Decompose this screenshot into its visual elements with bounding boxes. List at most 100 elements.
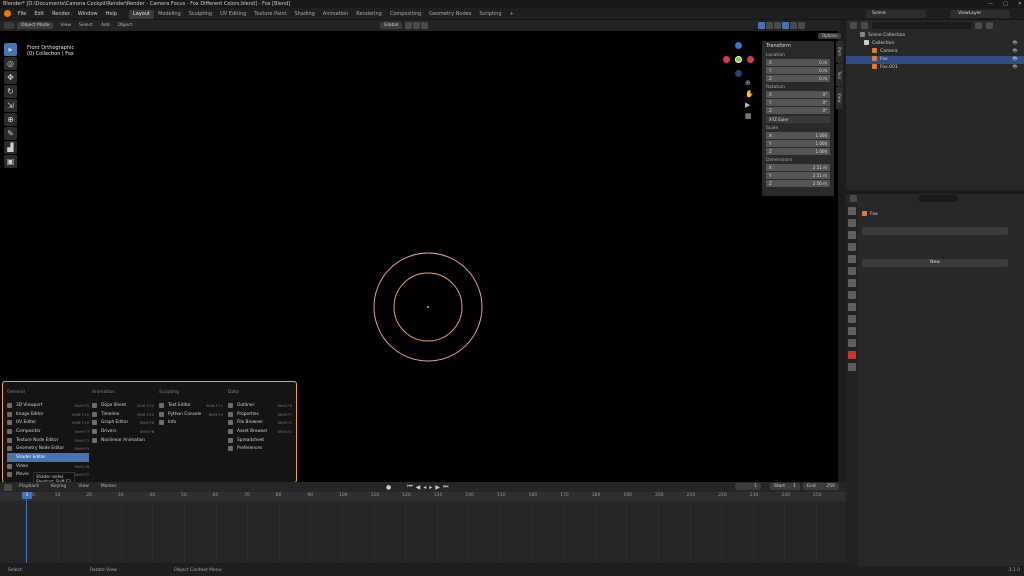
tool-properties-icon[interactable] xyxy=(848,207,856,215)
shading-wireframe-icon[interactable] xyxy=(774,22,781,29)
workspace-tab-compositing[interactable]: Compositing xyxy=(386,10,425,19)
render-properties-icon[interactable] xyxy=(848,219,856,227)
menu-item-compositor[interactable]: Compositor Shift F3 xyxy=(7,427,89,436)
scene-selector[interactable]: Scene xyxy=(866,10,926,18)
sidebar-tab-item[interactable]: Item xyxy=(836,41,843,63)
output-properties-icon[interactable] xyxy=(848,231,856,239)
end-frame-field[interactable]: End 250 xyxy=(803,483,839,490)
viewport-menu-select[interactable]: Select xyxy=(75,23,97,28)
visibility-eye-icon[interactable]: 👁 xyxy=(1012,56,1018,64)
workspace-tab-uv-editing[interactable]: UV Editing xyxy=(216,10,250,19)
timeline-area[interactable] xyxy=(0,501,856,563)
gizmo-x-axis[interactable] xyxy=(747,56,754,63)
measure-tool-icon[interactable]: ▟ xyxy=(4,141,17,154)
move-tool-icon[interactable]: ✥ xyxy=(4,71,17,84)
gizmo-z-neg-axis[interactable] xyxy=(735,70,742,77)
shading-solid-icon[interactable] xyxy=(782,22,789,29)
menu-edit[interactable]: Edit xyxy=(30,8,48,20)
current-frame-field[interactable]: 1 xyxy=(735,483,761,490)
menu-item-3d-viewport[interactable]: 3D Viewport Shift F5 xyxy=(7,401,89,410)
outliner-editor-type-button[interactable] xyxy=(850,21,857,29)
workspace-tab-modeling[interactable]: Modeling xyxy=(154,10,185,19)
mode-selector[interactable]: Object Mode xyxy=(17,21,54,29)
menu-item-file-browser[interactable]: File Browser Shift F1 xyxy=(228,418,292,427)
jump-start-icon[interactable]: ⏮ xyxy=(407,483,412,491)
overlay-icon[interactable] xyxy=(758,22,765,29)
navigation-gizmo[interactable] xyxy=(720,42,756,82)
menu-item-drivers[interactable]: Drivers Shift F6 xyxy=(92,427,154,436)
menu-item-timeline[interactable]: Timeline Shift F12 xyxy=(92,410,154,419)
timeline-menu-playback[interactable]: Playback xyxy=(13,482,45,492)
pan-icon[interactable]: ✋ xyxy=(745,89,754,100)
properties-editor-type-button[interactable] xyxy=(850,195,857,202)
workspace-tab-animation[interactable]: Animation xyxy=(319,10,353,19)
start-frame-field[interactable]: Start 1 xyxy=(770,483,800,490)
pivot-icon[interactable] xyxy=(405,22,413,29)
menu-item-preferences[interactable]: Preferences xyxy=(228,444,292,453)
viewport-menu-add[interactable]: Add xyxy=(97,23,114,28)
shading-material-icon[interactable] xyxy=(790,22,797,29)
new-material-button[interactable]: New xyxy=(862,259,1008,267)
viewport-menu-object[interactable]: Object xyxy=(114,23,137,28)
dimensions-y-field[interactable]: Y 2.51 m xyxy=(766,172,830,179)
viewlayer-selector[interactable]: ViewLayer xyxy=(950,10,1010,18)
scene-properties-icon[interactable] xyxy=(848,255,856,263)
cursor-tool-icon[interactable]: ◎ xyxy=(4,57,17,70)
maximize-button[interactable]: □ xyxy=(1003,0,1008,8)
menu-item-texture-node-editor[interactable]: Texture Node Editor Shift F3 xyxy=(7,436,89,445)
location-y-field[interactable]: Y0 m xyxy=(766,67,830,74)
next-key-icon[interactable]: ▶ xyxy=(435,484,440,491)
transform-tool-icon[interactable]: ⊕ xyxy=(4,113,17,126)
location-x-field[interactable]: X0 m xyxy=(766,59,830,66)
annotate-tool-icon[interactable]: ✎ xyxy=(4,127,17,140)
rotation-mode-selector[interactable]: XYZ Euler xyxy=(766,116,830,123)
menu-item-python-console[interactable]: Python Console Shift F4 xyxy=(159,410,223,419)
play-icon[interactable]: ▸ xyxy=(429,484,432,491)
blender-logo-icon[interactable] xyxy=(4,10,11,17)
shading-rendered-icon[interactable] xyxy=(798,22,805,29)
timeline-menu-view[interactable]: View xyxy=(72,482,95,492)
menu-item-geometry-node-editor[interactable]: Geometry Node Editor Shift F3 xyxy=(7,444,89,453)
outliner-row-scene-collection[interactable]: Scene Collection xyxy=(846,32,1024,40)
snap-icon[interactable] xyxy=(413,22,421,29)
minimize-button[interactable]: — xyxy=(988,0,993,8)
rotation-y-field[interactable]: Y 0° xyxy=(766,99,830,106)
particles-properties-icon[interactable] xyxy=(848,303,856,311)
visibility-eye-icon[interactable]: 👁 xyxy=(1012,64,1018,72)
menu-window[interactable]: Window xyxy=(74,8,102,20)
world-properties-icon[interactable] xyxy=(848,267,856,275)
orientation-selector[interactable]: Global xyxy=(380,22,403,29)
playhead-frame-label[interactable]: 1 xyxy=(22,492,32,499)
gizmo-z-axis[interactable] xyxy=(735,42,742,49)
outliner-row-fox[interactable]: Fox 👁 xyxy=(846,56,1024,64)
visibility-eye-icon[interactable]: 👁 xyxy=(1012,40,1018,48)
new-collection-icon[interactable] xyxy=(986,21,993,29)
menu-item-uv-editor[interactable]: UV Editor Shift F10 xyxy=(7,418,89,427)
workspace-tab-rendering[interactable]: Rendering xyxy=(352,10,386,19)
playhead-line[interactable] xyxy=(26,492,27,563)
gizmo-x-neg-axis[interactable] xyxy=(723,56,730,63)
add-cube-tool-icon[interactable]: ▣ xyxy=(4,155,17,168)
menu-file[interactable]: File xyxy=(14,8,30,20)
play-reverse-icon[interactable]: ◂ xyxy=(423,484,426,491)
outliner-row-fox-001[interactable]: Fox.001 👁 xyxy=(846,64,1024,72)
sidebar-tab-tool[interactable]: Tool xyxy=(836,64,843,86)
visibility-eye-icon[interactable]: 👁 xyxy=(1012,48,1018,56)
physics-properties-icon[interactable] xyxy=(848,315,856,323)
view-layer-properties-icon[interactable] xyxy=(848,243,856,251)
properties-search-input[interactable] xyxy=(918,195,958,202)
menu-item-info[interactable]: Info xyxy=(159,418,223,427)
workspace-tab-scripting[interactable]: Scripting xyxy=(475,10,505,19)
ortho-toggle-icon[interactable]: ▦ xyxy=(745,111,753,122)
modifier-properties-icon[interactable] xyxy=(848,291,856,299)
menu-item-nonlinear-animation[interactable]: Nonlinear Animation xyxy=(92,436,154,445)
workspace-tab-geometry-nodes[interactable]: Geometry Nodes xyxy=(425,10,475,19)
dimensions-x-field[interactable]: X 2.51 m xyxy=(766,164,830,171)
menu-item-graph-editor[interactable]: Graph Editor Shift F6 xyxy=(92,418,154,427)
select-tool-icon[interactable]: ▸ xyxy=(4,43,17,56)
scale-z-field[interactable]: Z 1.000 xyxy=(766,148,830,155)
menu-render[interactable]: Render xyxy=(48,8,74,20)
timeline-menu-marker[interactable]: Marker xyxy=(95,482,123,492)
constraints-properties-icon[interactable] xyxy=(848,327,856,335)
workspace-tab-shading[interactable]: Shading xyxy=(290,10,318,19)
